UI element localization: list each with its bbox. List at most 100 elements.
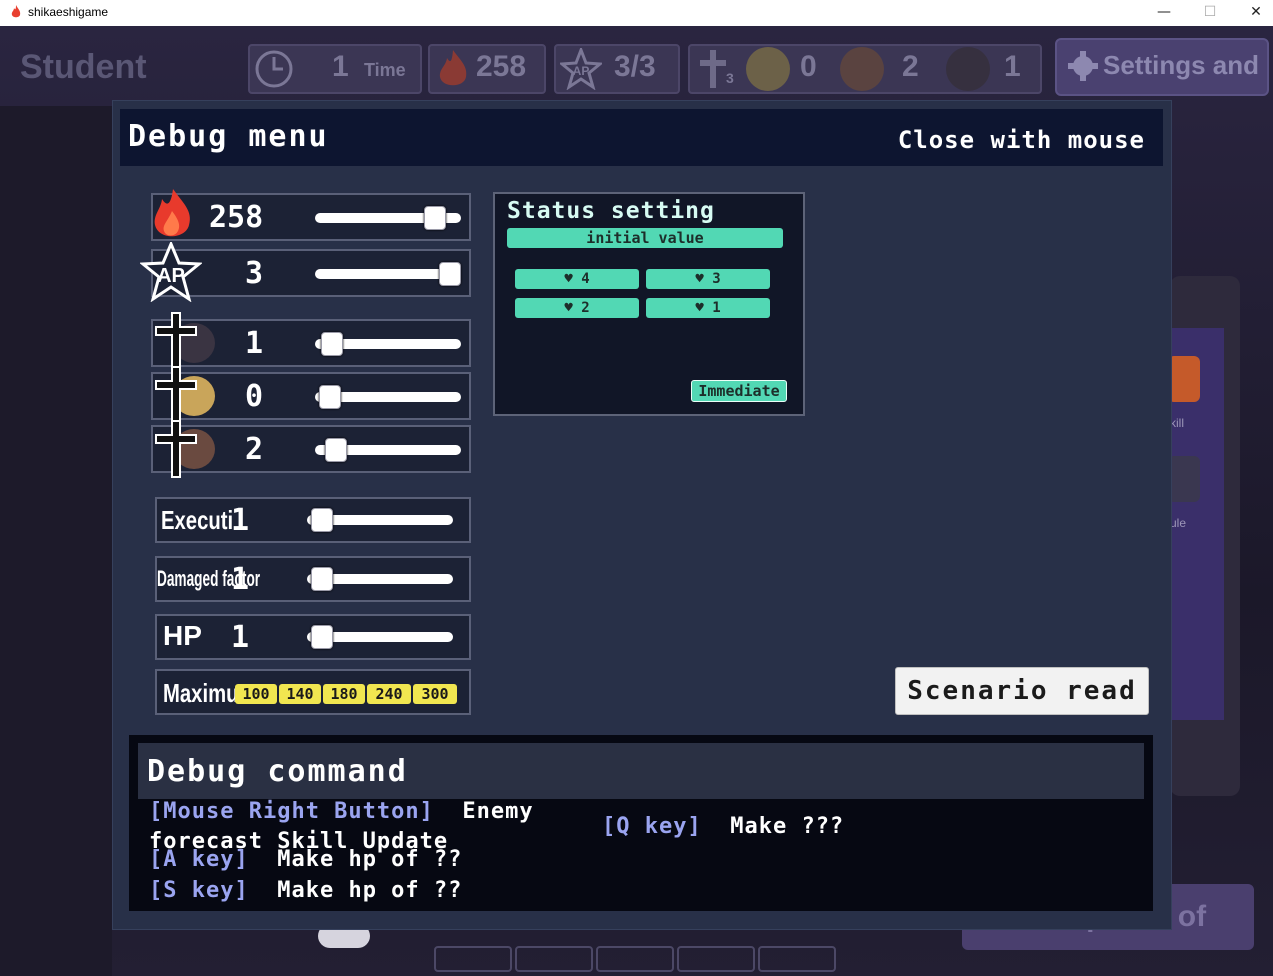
- gear-icon: [1068, 51, 1098, 81]
- maximum-row: Maximu 100 140 180 240 300: [155, 669, 471, 715]
- fire-slider-row: 258: [151, 193, 471, 241]
- svg-text:AP: AP: [573, 64, 590, 78]
- bg-slot-2: [515, 946, 593, 972]
- time-value: 1: [332, 50, 349, 83]
- maximum-option-180[interactable]: 180: [323, 684, 365, 704]
- hp-slider-knob[interactable]: [311, 625, 333, 649]
- bg-left-wall: [0, 106, 112, 976]
- minimize-button[interactable]: —: [1141, 0, 1187, 26]
- ap-slider-track[interactable]: [315, 262, 461, 286]
- char-brown-slider-track[interactable]: [315, 438, 461, 462]
- command-line-mouse: [Mouse Right Button] Enemy: [149, 799, 534, 824]
- close-with-mouse-link[interactable]: Close with mouse: [898, 126, 1145, 154]
- bg-slot-4: [677, 946, 755, 972]
- scenario-read-button[interactable]: Scenario read: [895, 667, 1149, 715]
- command-text: Make ???: [730, 814, 845, 839]
- bg-slot-3: [596, 946, 674, 972]
- command-line-q-key: [Q key] Make ???: [602, 814, 844, 839]
- char-c-count: 1: [1004, 50, 1021, 83]
- damaged-factor-slider-knob[interactable]: [311, 567, 333, 591]
- immediate-button[interactable]: Immediate: [691, 380, 787, 402]
- status-setting-title: Status setting: [507, 198, 715, 224]
- flame-icon: [154, 189, 190, 237]
- bg-slot-5: [758, 946, 836, 972]
- damaged-factor-slider-track[interactable]: [307, 567, 453, 591]
- hp-slider-track[interactable]: [307, 625, 453, 649]
- command-line-s-key: [S key] Make hp of ??: [149, 878, 462, 903]
- maximize-button[interactable]: ☐: [1187, 0, 1233, 26]
- fire-slider-value: 258: [209, 200, 264, 235]
- maximum-option-300[interactable]: 300: [413, 684, 457, 704]
- window-titlebar: shikaeshigame — ☐ ✕: [0, 0, 1273, 26]
- bg-schedule-icon: [1168, 456, 1200, 502]
- status-setting-box: Status setting initial value ♥ 4 ♥ 3 ♥ 2…: [493, 192, 805, 416]
- clock-icon: [255, 50, 293, 88]
- hp-label: HP: [163, 620, 202, 651]
- heart-1-button[interactable]: ♥ 1: [646, 298, 770, 318]
- ap-star-icon: AP: [140, 242, 202, 302]
- heart-3-button[interactable]: ♥ 3: [646, 269, 770, 289]
- command-line-a-key: [A key] Make hp of ??: [149, 847, 462, 872]
- brown-character-avatar: [840, 47, 884, 91]
- maximum-label: Maximu: [163, 678, 239, 708]
- ap-slider-value: 3: [245, 256, 264, 291]
- char-black-slider-track[interactable]: [315, 332, 461, 356]
- time-counter: 1 Time: [248, 44, 422, 94]
- ap-counter: AP 3/3: [554, 44, 680, 94]
- debug-menu-panel: Debug menu Close with mouse 258 3 AP 1 0…: [112, 100, 1172, 930]
- character-counters: 3 0 2 1: [688, 44, 1042, 94]
- command-key: [Q key]: [602, 814, 702, 839]
- debug-command-box: Debug command [Mouse Right Button] Enemy…: [129, 735, 1153, 911]
- black-hair-character-avatar: [946, 47, 990, 91]
- close-window-button[interactable]: ✕: [1233, 0, 1273, 26]
- execution-slider-track[interactable]: [307, 508, 453, 532]
- command-key: [S key]: [149, 878, 249, 903]
- ap-star-icon: AP: [560, 48, 602, 90]
- debug-command-header: Debug command: [138, 743, 1144, 799]
- bg-side-label-2: ule: [1170, 516, 1187, 530]
- ap-value: 3/3: [614, 50, 656, 83]
- command-key: [Mouse Right Button]: [149, 799, 434, 824]
- execution-value: 1: [231, 503, 250, 538]
- fire-slider-track[interactable]: [315, 206, 461, 230]
- execution-slider-knob[interactable]: [311, 508, 333, 532]
- cross-icon: [700, 50, 726, 88]
- debug-command-title: Debug command: [147, 754, 408, 789]
- cross-icon: [155, 420, 197, 478]
- ap-slider-knob[interactable]: [439, 262, 461, 286]
- cross-icon: [155, 366, 197, 424]
- command-text: Make hp of ??: [277, 878, 463, 903]
- mode-label: Student: [20, 48, 147, 86]
- command-text: Enemy: [462, 799, 534, 824]
- execution-slider-row: Executi 1: [155, 497, 471, 543]
- debug-menu-title: Debug menu: [128, 119, 329, 154]
- command-text: Make hp of ??: [277, 847, 463, 872]
- settings-label: Settings and: [1103, 50, 1260, 80]
- char-black-slider-value: 1: [245, 326, 264, 361]
- initial-value-button[interactable]: initial value: [507, 228, 783, 248]
- flame-icon: [11, 5, 21, 18]
- bg-slot-1: [434, 946, 512, 972]
- char-blonde-slider-track[interactable]: [315, 385, 461, 409]
- maximum-option-100[interactable]: 100: [235, 684, 277, 704]
- char-brown-slider-knob[interactable]: [325, 438, 347, 462]
- settings-button[interactable]: Settings and: [1055, 38, 1269, 96]
- top-hud: Student 1 Time 258 AP 3/3 3 0 2 1 Settin…: [0, 26, 1273, 108]
- cross-subscript: 3: [726, 70, 734, 86]
- damaged-factor-value: 1: [231, 562, 250, 597]
- char-black-slider-knob[interactable]: [321, 332, 343, 356]
- fire-slider-knob[interactable]: [424, 206, 446, 230]
- time-label: Time: [364, 60, 406, 80]
- char-blonde-slider-knob[interactable]: [319, 385, 341, 409]
- maximum-option-140[interactable]: 140: [279, 684, 321, 704]
- heart-4-button[interactable]: ♥ 4: [515, 269, 639, 289]
- heart-2-button[interactable]: ♥ 2: [515, 298, 639, 318]
- bg-side-label-1: kill: [1170, 416, 1184, 430]
- cross-icon: [155, 312, 197, 370]
- hp-slider-row: HP 1: [155, 614, 471, 660]
- execution-label: Executi: [161, 505, 234, 535]
- debug-menu-header: Debug menu Close with mouse: [120, 109, 1163, 166]
- char-a-count: 0: [800, 50, 817, 83]
- maximum-option-240[interactable]: 240: [367, 684, 411, 704]
- char-b-count: 2: [902, 50, 919, 83]
